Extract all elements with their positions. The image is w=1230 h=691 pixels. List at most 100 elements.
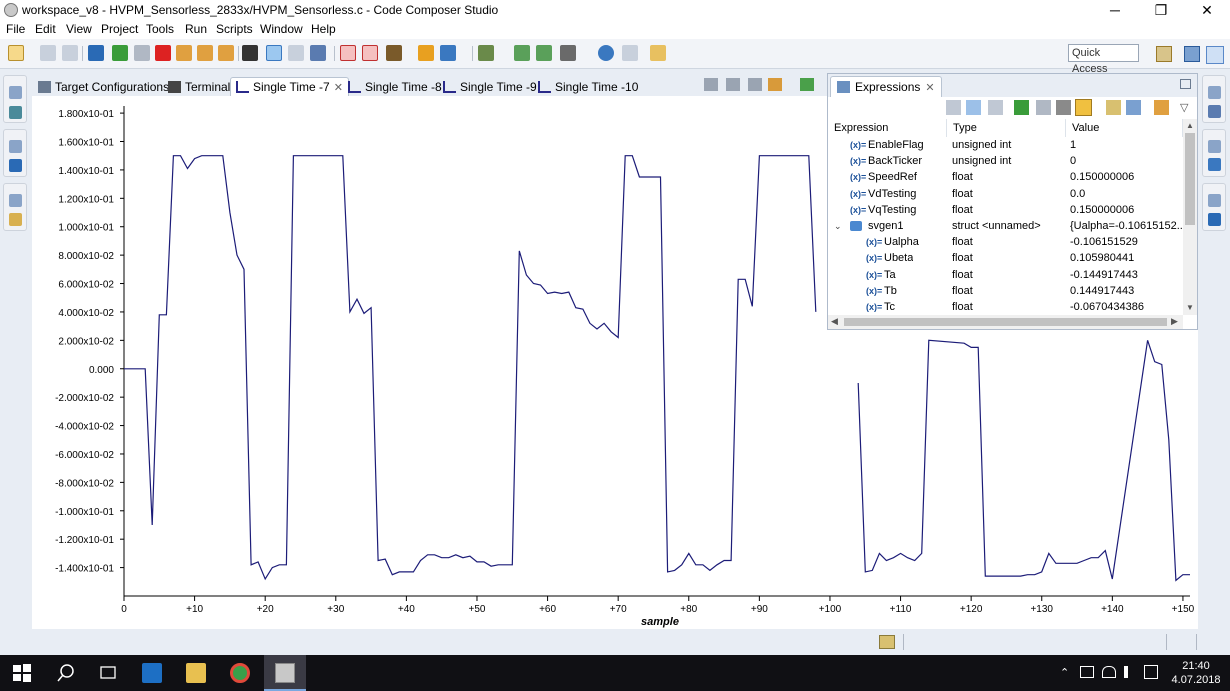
scroll-thumb[interactable] [844,318,1167,326]
zoom-icon[interactable] [726,78,740,91]
show-type-icon[interactable] [966,100,981,115]
debug-perspective-icon[interactable] [1206,46,1224,64]
scroll-down-icon[interactable]: ▼ [1186,303,1194,312]
step-return-icon[interactable] [218,45,234,61]
tab-single-time-7[interactable]: Single Time -7 ✕ [230,77,349,96]
tab-single-time-8[interactable]: Single Time -8 [348,77,442,96]
volume-icon[interactable] [1124,666,1136,678]
settings-gear-icon[interactable] [478,45,494,61]
expression-row[interactable]: (x)= VdTesting float 0.0 [828,186,1183,202]
load-program-icon[interactable] [310,45,326,61]
breakpoint-icon[interactable] [340,45,356,61]
remove-all-icon[interactable] [1056,100,1071,115]
export-icon[interactable] [1126,100,1141,115]
connect-icon[interactable] [266,45,282,61]
close-tab-icon[interactable]: ✕ [334,81,343,94]
tab-single-time-10[interactable]: Single Time -10 [538,77,638,96]
resume-icon[interactable] [112,45,128,61]
tab-target-configurations[interactable]: Target Configurations [38,77,169,96]
disconnect-icon[interactable] [288,45,304,61]
continuous-refresh-icon[interactable] [1075,99,1092,116]
new-icon[interactable] [8,45,24,61]
open-perspective-icon[interactable] [1156,46,1172,62]
close-tab-icon[interactable]: ✕ [925,81,934,94]
search-icon[interactable] [56,663,76,683]
menu-run[interactable]: Run [185,22,207,36]
expression-row[interactable]: (x)= SpeedRef float 0.150000006 [828,169,1183,185]
terminate-icon[interactable] [155,45,171,61]
graph-options-icon[interactable] [704,78,718,91]
column-header-expression[interactable]: Expression [828,119,947,137]
tab-terminal[interactable]: Terminal [168,77,230,96]
expressions-view-icon[interactable] [1208,158,1221,171]
expression-value[interactable]: 0 [1070,153,1183,169]
remove-icon[interactable] [1036,100,1051,115]
edge-browser-icon[interactable] [142,663,162,683]
expression-value[interactable]: 0.150000006 [1070,169,1183,185]
restore-view-icon[interactable] [9,86,22,99]
expression-row[interactable]: (x)= BackTicker unsigned int 0 [828,153,1183,169]
save-icon[interactable] [40,45,56,61]
refresh-icon[interactable] [1154,100,1169,115]
expression-row[interactable]: ⌄ svgen1 struct <unnamed> {Ualpha=-0.106151… [828,218,1183,234]
menu-view[interactable]: View [66,22,92,36]
restore-view-icon[interactable] [1208,140,1221,153]
chrome-icon[interactable] [230,663,250,683]
view-menu-icon[interactable]: ▽ [1180,101,1188,114]
refresh-icon[interactable] [514,45,530,61]
close-button[interactable]: ✕ [1184,0,1230,21]
console-icon[interactable] [9,159,22,172]
tab-expressions[interactable]: Expressions ✕ [830,76,942,97]
file-explorer-icon[interactable] [186,663,206,683]
restore-view-icon[interactable] [1208,194,1221,207]
project-explorer-icon[interactable] [9,213,22,226]
debug-icon[interactable] [88,45,104,61]
expression-value[interactable]: 0.144917443 [1070,283,1183,299]
expression-value[interactable]: 0.105980441 [1070,250,1183,266]
expand-twistie-icon[interactable]: ⌄ [834,218,842,234]
menu-project[interactable]: Project [101,22,138,36]
open-type-icon[interactable] [622,45,638,61]
menu-edit[interactable]: Edit [35,22,56,36]
add-expression-icon[interactable] [1014,100,1029,115]
expression-row[interactable]: (x)= EnableFlag unsigned int 1 [828,137,1183,153]
outline-icon[interactable] [1208,105,1221,118]
debug-view-icon[interactable] [9,106,22,119]
pin-icon[interactable] [650,45,666,61]
menu-file[interactable]: File [6,22,25,36]
step-over-icon[interactable] [197,45,213,61]
restore-view-icon[interactable] [9,140,22,153]
sync-icon[interactable] [536,45,552,61]
column-header-type[interactable]: Type [947,119,1066,137]
step-into-icon[interactable] [176,45,192,61]
expression-row[interactable]: (x)= Tc float -0.0670434386 [828,299,1183,315]
expression-row[interactable]: (x)= Ubeta float 0.105980441 [828,250,1183,266]
scroll-left-icon[interactable]: ◀ [831,316,838,327]
notification-icon[interactable] [1144,665,1158,679]
export-icon[interactable] [768,78,782,91]
profile-icon[interactable] [440,45,456,61]
scroll-right-icon[interactable]: ▶ [1171,316,1178,327]
tab-single-time-9[interactable]: Single Time -9 [443,77,537,96]
search-icon[interactable] [598,45,614,61]
vertical-scrollbar[interactable]: ▲ ▼ [1183,119,1197,315]
restore-button[interactable]: ❐ [1138,0,1184,21]
menu-scripts[interactable]: Scripts [216,22,253,36]
restore-view-icon[interactable] [9,194,22,207]
collapse-icon[interactable] [946,100,961,115]
expression-value[interactable]: 1 [1070,137,1183,153]
wifi-icon[interactable] [1102,666,1116,678]
expression-value[interactable]: 0.0 [1070,186,1183,202]
expression-row[interactable]: (x)= Ta float -0.144917443 [828,267,1183,283]
menu-tools[interactable]: Tools [146,22,174,36]
expression-value[interactable]: -0.0670434386 [1070,299,1183,315]
menu-window[interactable]: Window [260,22,303,36]
quick-access-field[interactable]: Quick Access [1068,44,1139,75]
expression-value[interactable]: -0.106151529 [1070,234,1183,250]
progress-view-icon[interactable] [879,635,895,649]
scroll-thumb[interactable] [1185,133,1195,225]
expression-row[interactable]: (x)= VqTesting float 0.150000006 [828,202,1183,218]
memory-icon[interactable] [242,45,258,61]
collapse-all-icon[interactable] [988,100,1003,115]
expression-value[interactable]: 0.150000006 [1070,202,1183,218]
